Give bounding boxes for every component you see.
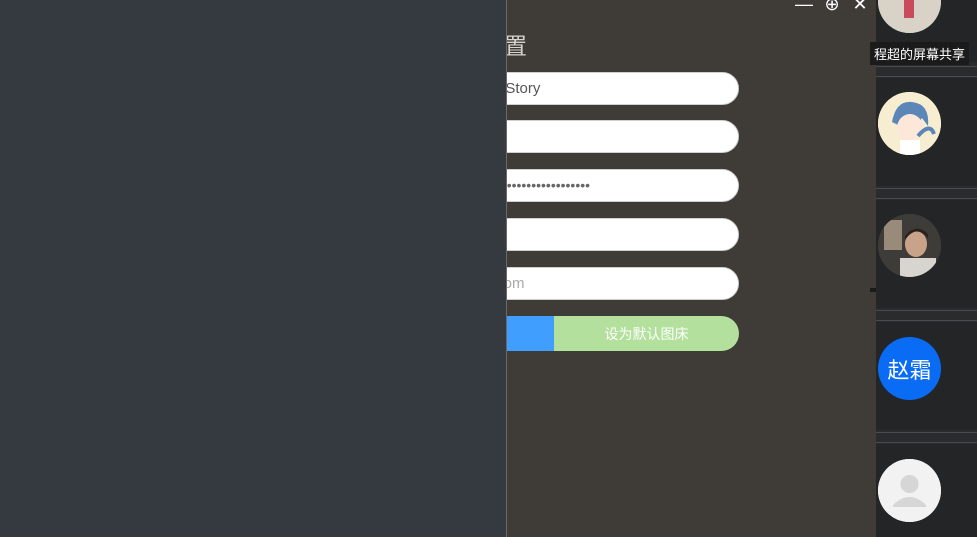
- tile-separator: [876, 76, 977, 77]
- participant-tile[interactable]: 赵霜: [876, 322, 977, 430]
- participant-name: [870, 288, 876, 292]
- password-field[interactable]: ••••••••••••••••••••: [507, 169, 739, 202]
- dialog-title: 设置: [507, 33, 527, 59]
- bed-name-field[interactable]: [507, 72, 739, 105]
- participant-avatar: [878, 92, 941, 155]
- anime-avatar-icon: [878, 92, 941, 155]
- action-buttons: 设为默认图床: [507, 316, 739, 351]
- domain-field[interactable]: [507, 267, 739, 300]
- window-controls: — ⊕ ✕: [794, 0, 870, 14]
- participant-text-avatar: 赵霜: [878, 337, 941, 400]
- field-2-input[interactable]: [507, 121, 738, 152]
- participant-tile[interactable]: [870, 200, 977, 308]
- participant-avatar: [878, 459, 941, 522]
- bed-name-input[interactable]: [507, 73, 738, 104]
- close-button[interactable]: ✕: [850, 0, 870, 14]
- photo-avatar-icon: [878, 214, 941, 277]
- settings-dialog: — ⊕ ✕ 设置 •••••••••••••••••••• 设为默认图床: [507, 0, 876, 537]
- participant-tile[interactable]: [876, 78, 977, 186]
- photo-avatar-icon: [878, 0, 941, 33]
- participants-panel: 程超的屏幕共享 赵霜: [870, 0, 977, 537]
- placeholder-person-icon: [878, 459, 941, 522]
- minimize-button[interactable]: —: [794, 0, 814, 14]
- save-button[interactable]: [507, 316, 554, 351]
- tile-separator: [876, 188, 977, 189]
- tile-separator: [876, 310, 977, 311]
- participant-name: 程超的屏幕共享: [870, 42, 970, 65]
- participant-avatar: [878, 214, 941, 277]
- tile-separator: [876, 320, 977, 321]
- tile-separator: [876, 198, 977, 199]
- participant-avatar: [878, 0, 941, 33]
- participant-tile[interactable]: 程超的屏幕共享: [870, 0, 977, 65]
- blank-main-area: [0, 0, 506, 537]
- tile-separator: [876, 442, 977, 443]
- add-circle-button[interactable]: ⊕: [822, 0, 842, 14]
- field-4[interactable]: [507, 218, 739, 251]
- tile-separator: [876, 432, 977, 433]
- domain-input[interactable]: [507, 268, 738, 299]
- set-default-bed-button[interactable]: 设为默认图床: [554, 316, 739, 351]
- password-mask: ••••••••••••••••••••: [507, 177, 591, 193]
- participant-tile[interactable]: [876, 444, 977, 537]
- tile-separator: [876, 66, 977, 67]
- field-4-input[interactable]: [507, 219, 738, 250]
- field-2[interactable]: [507, 120, 739, 153]
